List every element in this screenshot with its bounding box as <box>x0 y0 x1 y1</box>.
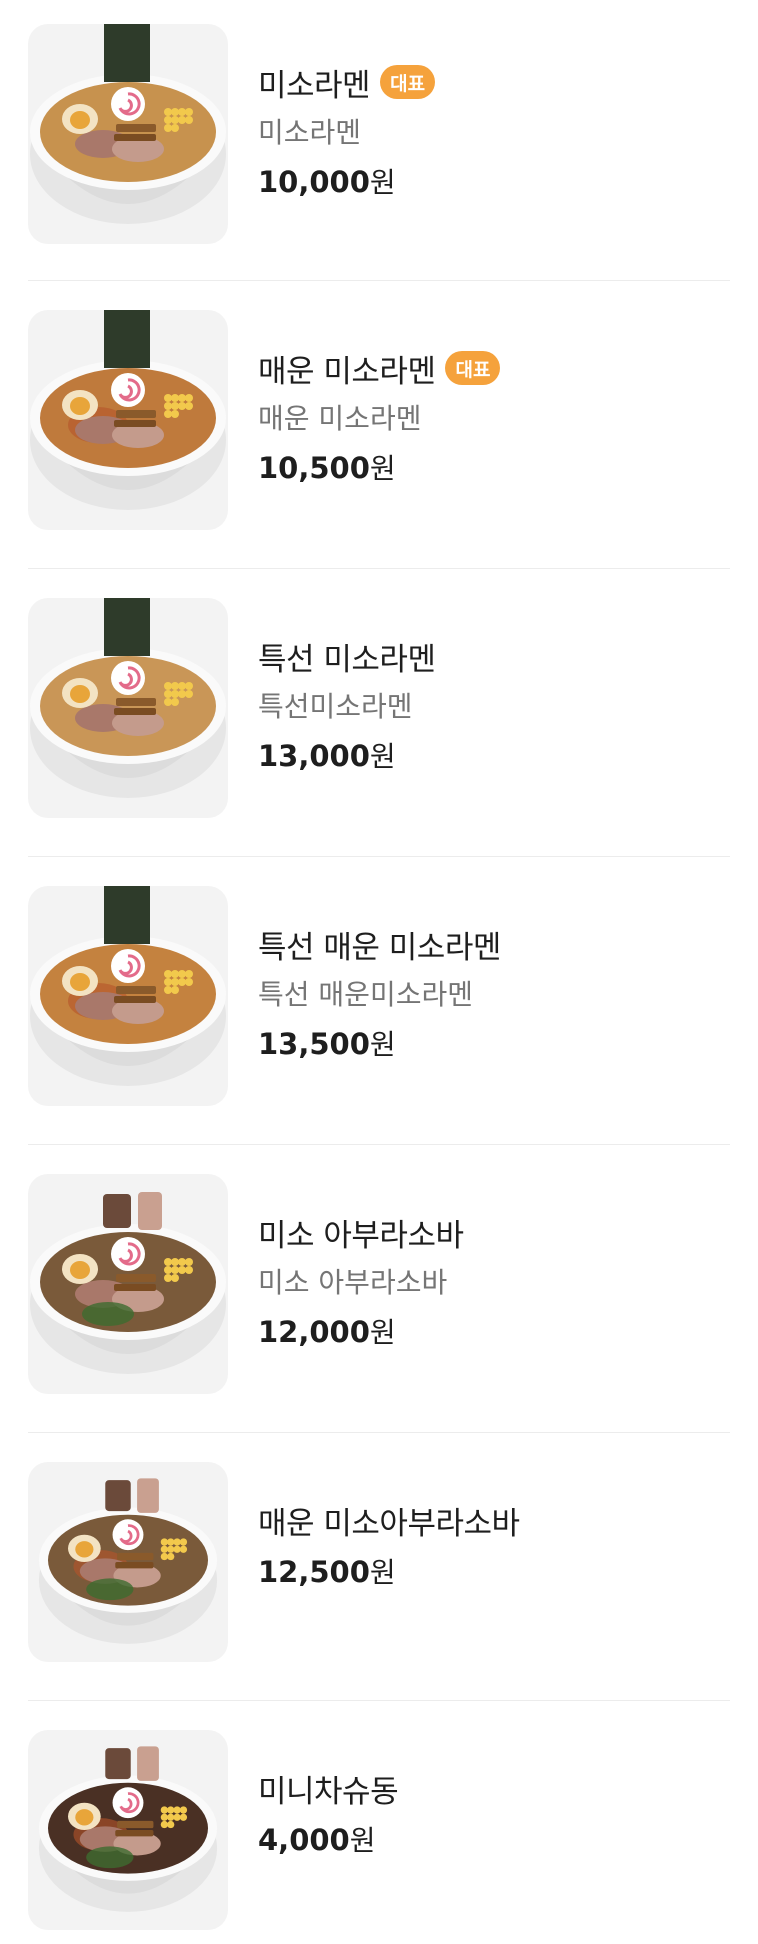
menu-item-name: 미니차슈동 <box>258 1773 399 1810</box>
menu-item-info: 미소 아부라소바 미소 아부라소바 12,000원 <box>258 1210 464 1352</box>
menu-item-info: 미소라멘 대표 미소라멘 10,000원 <box>258 60 436 202</box>
menu-item-name: 특선 미소라멘 <box>258 641 436 678</box>
menu-item-price: 12,000원 <box>258 1312 464 1352</box>
menu-item-name: 미소라멘 <box>258 67 371 104</box>
menu-item[interactable]: 매운 미소아부라소바 12,500원 <box>28 1438 730 1706</box>
signature-badge: 대표 <box>380 65 436 99</box>
menu-item-price: 13,000원 <box>258 736 435 776</box>
menu-item-description: 특선미소라멘 <box>258 690 413 723</box>
menu-item-description: 미소라멘 <box>258 116 362 149</box>
menu-item-name: 매운 미소아부라소바 <box>258 1505 520 1542</box>
price-currency: 원 <box>349 1824 376 1857</box>
miso-aburasoba-photo <box>28 1174 228 1394</box>
menu-item-info: 특선 미소라멘특선미소라멘 13,000원 <box>258 634 436 776</box>
signature-badge: 대표 <box>445 351 501 385</box>
menu-item-info: 특선 매운 미소라멘특선 매운미소라멘 13,500원 <box>258 922 501 1064</box>
price-currency: 원 <box>369 1556 396 1589</box>
price-amount: 10,500 <box>258 451 370 485</box>
price-amount: 10,000 <box>258 165 370 199</box>
menu-item-name-row: 특선 매운 미소라멘 <box>258 922 501 966</box>
spicy-miso-ramen-photo <box>28 310 228 530</box>
miso-ramen-photo <box>28 24 228 244</box>
menu-item-description: 미소 아부라소바 <box>258 1266 448 1299</box>
menu-item[interactable]: 미소 아부라소바 미소 아부라소바 12,000원 <box>28 1150 730 1438</box>
menu-item-price: 12,500원 <box>258 1552 520 1592</box>
price-currency: 원 <box>369 1028 396 1061</box>
menu-item-info: 매운 미소아부라소바 12,500원 <box>258 1498 520 1592</box>
menu-item-name: 미소 아부라소바 <box>258 1217 464 1254</box>
menu-item-price: 10,500원 <box>258 448 500 488</box>
menu-item-price: 4,000원 <box>258 1820 398 1860</box>
menu-item-name-row: 미소라멘 대표 <box>258 60 436 104</box>
mini-chashu-don-photo <box>28 1730 228 1930</box>
menu-item-name: 특선 매운 미소라멘 <box>258 929 501 966</box>
menu-item-name: 매운 미소라멘 <box>258 353 436 390</box>
menu-item-name-row: 미니차슈동 <box>258 1766 399 1810</box>
price-currency: 원 <box>369 1316 396 1349</box>
menu-item[interactable]: 미니차슈동 4,000원 <box>28 1706 730 1944</box>
price-currency: 원 <box>369 740 396 773</box>
menu-item-price: 13,500원 <box>258 1024 501 1064</box>
price-currency: 원 <box>369 452 396 485</box>
divider <box>28 856 730 857</box>
special-miso-ramen-photo <box>28 598 228 818</box>
price-amount: 12,000 <box>258 1315 370 1349</box>
divider <box>28 280 730 281</box>
menu-item[interactable]: 미소라멘 대표 미소라멘 10,000원 <box>28 0 730 286</box>
divider <box>28 1700 730 1701</box>
menu-item[interactable]: 매운 미소라멘 대표 매운 미소라멘 10,500원 <box>28 286 730 574</box>
menu-item[interactable]: 특선 미소라멘특선미소라멘 13,000원 <box>28 574 730 862</box>
spicy-miso-aburasoba-photo <box>28 1462 228 1662</box>
menu-item-description: 특선 매운미소라멘 <box>258 978 473 1011</box>
menu-item-price: 10,000원 <box>258 162 435 202</box>
divider <box>28 1432 730 1433</box>
price-amount: 13,500 <box>258 1027 370 1061</box>
menu-item[interactable]: 특선 매운 미소라멘특선 매운미소라멘 13,500원 <box>28 862 730 1150</box>
divider <box>28 568 730 569</box>
menu-item-info: 미니차슈동 4,000원 <box>258 1766 399 1860</box>
special-spicy-miso-ramen-photo <box>28 886 228 1106</box>
price-amount: 4,000 <box>258 1823 350 1857</box>
menu-item-name-row: 매운 미소아부라소바 <box>258 1498 520 1542</box>
menu-item-info: 매운 미소라멘 대표 매운 미소라멘 10,500원 <box>258 346 501 488</box>
menu-item-description: 매운 미소라멘 <box>258 402 422 435</box>
price-amount: 12,500 <box>258 1555 370 1589</box>
menu-item-name-row: 미소 아부라소바 <box>258 1210 464 1254</box>
divider <box>28 1144 730 1145</box>
menu-item-name-row: 매운 미소라멘 대표 <box>258 346 501 390</box>
price-currency: 원 <box>369 166 396 199</box>
menu-item-name-row: 특선 미소라멘 <box>258 634 436 678</box>
price-amount: 13,000 <box>258 739 370 773</box>
